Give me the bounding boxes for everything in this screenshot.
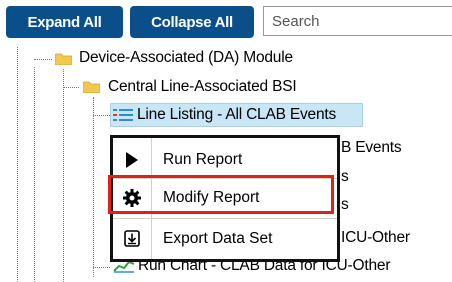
search-input[interactable]	[263, 6, 452, 36]
collapse-all-button[interactable]: Collapse All	[130, 6, 254, 38]
play-icon	[113, 151, 151, 168]
tree-node-partial-4[interactable]: ICU-Other	[341, 229, 410, 247]
tree-connector	[93, 97, 94, 277]
menu-separator	[113, 218, 337, 219]
line-listing-icon	[113, 109, 133, 121]
tree-connector	[17, 47, 18, 282]
tree-node-module[interactable]: Device-Associated (DA) Module	[79, 49, 293, 67]
tree-connector	[63, 87, 79, 88]
folder-icon	[83, 81, 100, 93]
tree-node-line-listing[interactable]: Line Listing - All CLAB Events	[137, 106, 336, 124]
tree-connector	[93, 115, 110, 116]
folder-icon	[55, 53, 72, 65]
expand-all-button[interactable]: Expand All	[6, 6, 123, 38]
tree-connector	[34, 59, 52, 60]
menu-item-label: Run Report	[163, 150, 243, 168]
focus-highlight-box	[108, 175, 334, 214]
tree-node-partial-2[interactable]: s	[341, 168, 349, 186]
tree-node-partial-1[interactable]: B Events	[341, 139, 402, 157]
tree-connector	[34, 67, 35, 282]
tree-connector	[63, 69, 64, 282]
tree-node-category[interactable]: Central Line-Associated BSI	[108, 78, 297, 96]
tree-connector	[93, 267, 110, 268]
menu-item-export-data-set[interactable]: Export Data Set	[113, 220, 337, 257]
export-icon	[113, 230, 151, 247]
tree-node-partial-3[interactable]: s	[341, 196, 349, 214]
menu-item-run-report[interactable]: Run Report	[113, 141, 337, 178]
menu-item-label: Export Data Set	[163, 229, 273, 247]
